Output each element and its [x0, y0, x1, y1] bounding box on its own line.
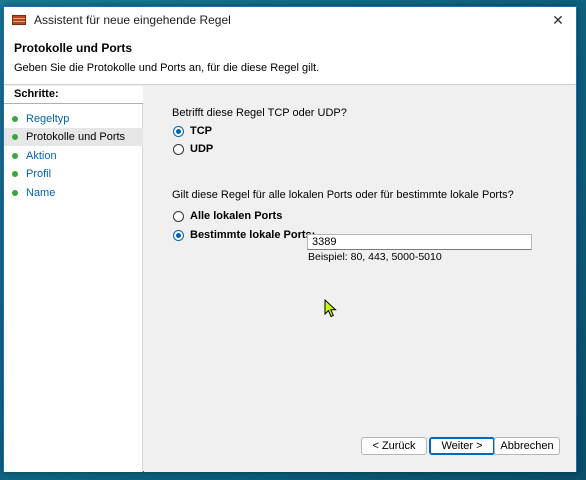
page-title: Protokolle und Ports: [14, 41, 133, 55]
firewall-icon: [12, 13, 26, 27]
next-button[interactable]: Weiter >: [429, 437, 495, 455]
radio-all-ports[interactable]: Alle lokalen Ports: [173, 210, 282, 222]
window-title: Assistent für neue eingehende Regel: [34, 13, 231, 27]
radio-unchecked-icon: [173, 143, 184, 155]
sidebar-item-label: Regeltyp: [26, 113, 70, 125]
steps-heading: Schritte:: [4, 86, 143, 104]
sidebar-item-aktion[interactable]: Aktion: [4, 147, 143, 165]
radio-checked-icon: [173, 125, 184, 137]
sidebar-item-name[interactable]: Name: [4, 184, 143, 202]
title-bar[interactable]: Assistent für neue eingehende Regel ✕: [4, 7, 576, 33]
ports-question: Gilt diese Regel für alle lokalen Ports …: [172, 189, 514, 201]
radio-label: Bestimmte lokale Ports:: [190, 229, 316, 241]
cancel-button[interactable]: Abbrechen: [494, 437, 560, 455]
sidebar-item-protokolle-und-ports[interactable]: Protokolle und Ports: [4, 128, 143, 146]
radio-tcp[interactable]: TCP: [173, 125, 212, 137]
close-button[interactable]: ✕: [540, 7, 576, 33]
step-dot-icon: [12, 190, 18, 196]
wizard-window: Assistent für neue eingehende Regel ✕ Pr…: [3, 6, 577, 472]
step-dot-icon: [12, 171, 18, 177]
protocol-question: Betrifft diese Regel TCP oder UDP?: [172, 107, 347, 119]
page-subtitle: Geben Sie die Protokolle und Ports an, f…: [14, 62, 320, 74]
ports-input[interactable]: [307, 234, 532, 250]
wizard-header: Protokolle und Ports Geben Sie die Proto…: [4, 33, 576, 85]
steps-sidebar: Schritte: Regeltyp Protokolle und Ports …: [4, 86, 143, 472]
radio-unchecked-icon: [173, 210, 184, 222]
radio-label: TCP: [190, 125, 212, 137]
step-dot-icon: [12, 134, 18, 140]
radio-label: UDP: [190, 143, 214, 155]
sidebar-item-regeltyp[interactable]: Regeltyp: [4, 110, 143, 128]
step-dot-icon: [12, 153, 18, 159]
sidebar-item-label: Profil: [26, 168, 52, 180]
sidebar-item-label: Protokolle und Ports: [26, 131, 126, 143]
sidebar-item-label: Name: [26, 187, 56, 199]
radio-checked-icon: [173, 229, 184, 241]
step-dot-icon: [12, 116, 18, 122]
ports-hint: Beispiel: 80, 443, 5000-5010: [308, 251, 442, 263]
sidebar-item-profil[interactable]: Profil: [4, 165, 143, 183]
radio-specific-ports[interactable]: Bestimmte lokale Ports:: [173, 229, 315, 241]
radio-label: Alle lokalen Ports: [190, 210, 283, 222]
radio-udp[interactable]: UDP: [173, 143, 213, 155]
wizard-content: Betrifft diese Regel TCP oder UDP? TCP U…: [144, 86, 576, 472]
mouse-cursor-icon: [324, 299, 337, 318]
sidebar-item-label: Aktion: [26, 150, 57, 162]
back-button[interactable]: < Zurück: [361, 437, 427, 455]
close-icon: ✕: [552, 11, 564, 28]
